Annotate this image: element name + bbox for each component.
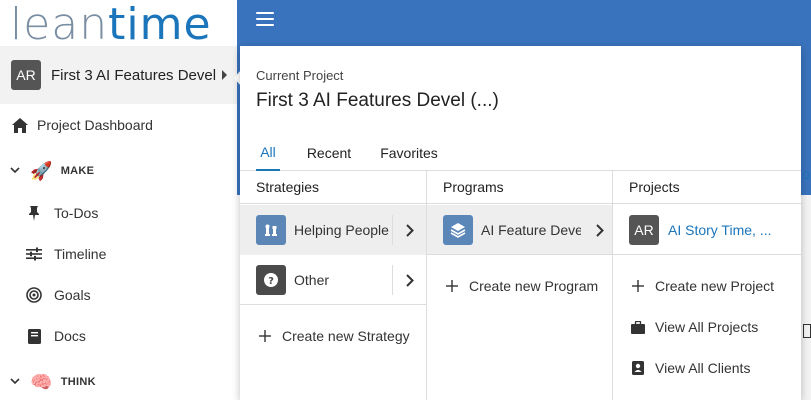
project-dropdown-panel: Current Project First 3 AI Features Deve… (240, 46, 801, 400)
nav-goals-label: Goals (54, 287, 91, 303)
projects-header: Projects (613, 171, 801, 204)
project-avatar: AR (11, 60, 41, 90)
logo-part-lean: lean (10, 0, 109, 50)
nav-project-dashboard[interactable]: Project Dashboard (0, 110, 237, 140)
nav-goals[interactable]: Goals (0, 280, 237, 310)
book-icon (26, 328, 42, 344)
chevron-right-icon[interactable] (392, 215, 426, 245)
plus-icon (631, 279, 645, 293)
chevron-right-icon[interactable] (392, 265, 426, 295)
caret-right-icon (222, 70, 227, 80)
create-strategy-button[interactable]: Create new Strategy (240, 321, 426, 351)
project-avatar: AR (629, 214, 659, 245)
section-make-label: MAKE (60, 165, 95, 177)
nav-docs[interactable]: Docs (0, 321, 237, 351)
strategy-item-label: Helping People (294, 222, 389, 238)
project-tabs: All Recent Favorites (240, 134, 801, 171)
view-all-clients-button[interactable]: View All Clients (613, 353, 801, 383)
strategy-item[interactable]: Helping People (240, 205, 426, 255)
project-item[interactable]: AR AI Story Time, ... (613, 205, 801, 255)
view-all-projects-label: View All Projects (655, 319, 759, 335)
programs-header: Programs (427, 171, 612, 204)
strategy-question-glyph: ? (268, 276, 274, 287)
address-book-icon (631, 361, 645, 375)
project-selector[interactable]: AR First 3 AI Features Devel (0, 46, 237, 104)
strategies-header: Strategies (240, 171, 426, 204)
strategy-item-label: Other (294, 271, 330, 288)
project-item-link[interactable]: AI Story Time, ... (668, 222, 771, 238)
current-project-label: Current Project (256, 68, 344, 83)
tab-recent[interactable]: Recent (305, 134, 353, 171)
create-program-button[interactable]: Create new Program (427, 271, 612, 301)
hamburger-menu-icon[interactable] (256, 12, 274, 26)
plus-icon (445, 279, 459, 293)
tab-all[interactable]: All (256, 134, 280, 171)
section-think-label: THINK (60, 376, 96, 388)
view-all-projects-button[interactable]: View All Projects (613, 312, 801, 342)
chevron-right-icon[interactable] (588, 215, 612, 245)
rocket-icon: 🚀 (30, 160, 53, 181)
strategies-column: Strategies Helping People ? Other Create… (240, 171, 427, 400)
sliders-icon (26, 246, 42, 262)
logo-part-time: time (108, 0, 212, 50)
program-item-label: AI Feature Deve... (481, 221, 581, 238)
plus-icon (258, 329, 272, 343)
nav-todos[interactable]: To-Dos (0, 198, 237, 228)
leantime-logo[interactable]: leantime (10, 2, 212, 48)
sidebar: leantime AR First 3 AI Features Devel Pr… (0, 0, 237, 400)
nav-project-dashboard-label: Project Dashboard (37, 117, 153, 133)
background-content-edge (801, 195, 811, 400)
chevron-down-icon (10, 377, 22, 388)
nav-timeline[interactable]: Timeline (0, 239, 237, 269)
current-project-name: First 3 AI Features Devel (...) (256, 90, 499, 111)
background-play-icon (803, 324, 811, 338)
view-all-clients-label: View All Clients (655, 360, 751, 376)
project-selector-name: First 3 AI Features Devel (51, 66, 217, 84)
section-think[interactable]: 🧠 THINK (0, 367, 237, 397)
chevron-down-icon (10, 166, 22, 177)
strategy-chess-icon (256, 215, 286, 245)
layers-icon (443, 214, 473, 245)
nav-timeline-label: Timeline (54, 246, 107, 262)
briefcase-icon (631, 320, 645, 334)
pushpin-icon (26, 205, 42, 221)
programs-column: Programs AI Feature Deve... Create new P… (427, 171, 613, 400)
nav-docs-label: Docs (54, 328, 86, 344)
section-make[interactable]: 🚀 MAKE (0, 156, 237, 186)
create-program-label: Create new Program (469, 278, 599, 294)
projects-column: Projects AR AI Story Time, ... Create ne… (613, 171, 801, 400)
background-text-fragment: o (802, 166, 810, 182)
target-icon (26, 287, 42, 303)
create-strategy-label: Create new Strategy (282, 328, 410, 344)
create-project-label: Create new Project (655, 278, 775, 294)
strategy-item[interactable]: ? Other (240, 255, 426, 305)
create-project-button[interactable]: Create new Project (613, 271, 801, 301)
nav-todos-label: To-Dos (54, 205, 99, 221)
program-item[interactable]: AI Feature Deve... (427, 205, 612, 255)
strategy-question-icon: ? (256, 264, 286, 295)
tab-favorites[interactable]: Favorites (379, 134, 439, 171)
home-icon (12, 117, 28, 133)
brain-icon: 🧠 (30, 371, 53, 392)
